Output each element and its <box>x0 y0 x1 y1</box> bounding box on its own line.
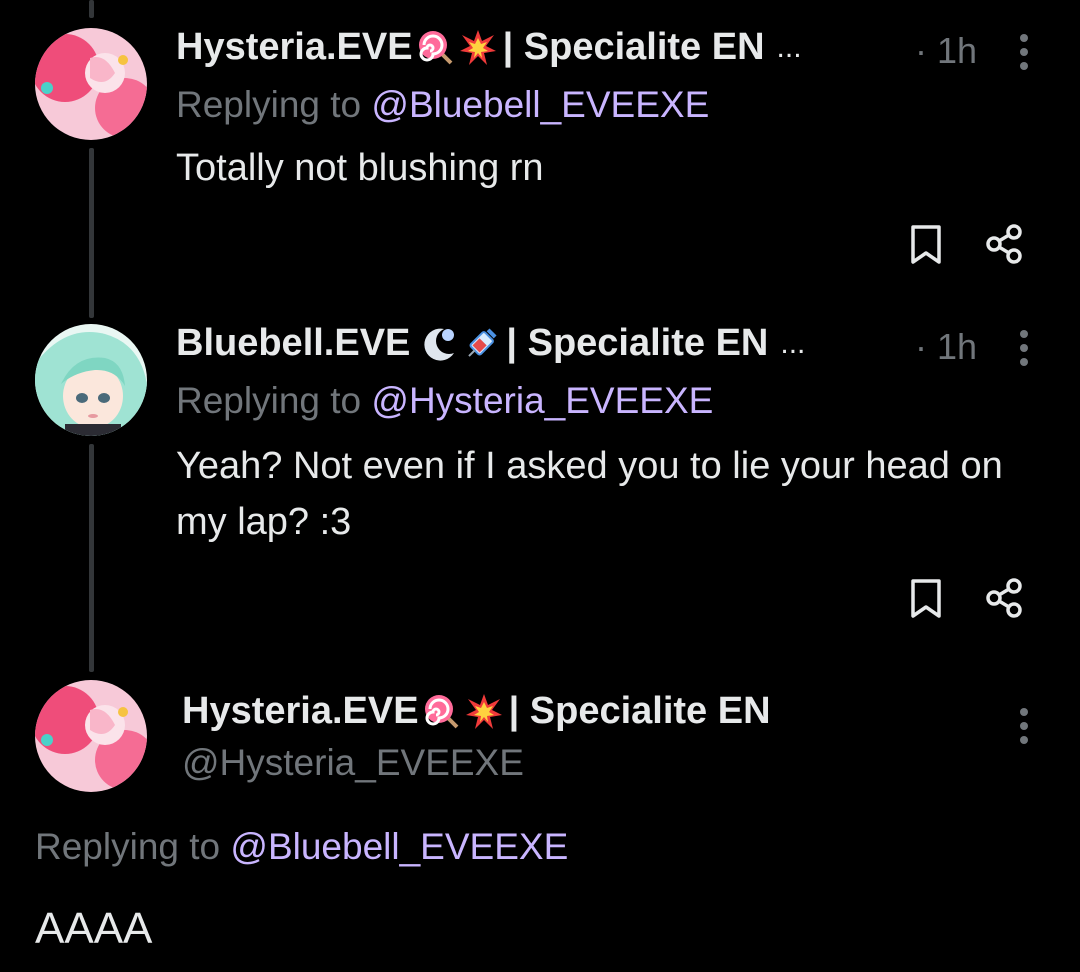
more-options-icon[interactable] <box>1018 330 1030 372</box>
tweet-text: Totally not blushing rn <box>176 147 544 189</box>
replying-handle-link[interactable]: @Bluebell_EVEEXE <box>371 84 709 125</box>
tweet-hysteria[interactable]: Hysteria.EVE | Specialite EN ... · 1h Re… <box>0 0 1080 300</box>
timestamp[interactable]: · 1h <box>915 326 977 368</box>
replying-to: Replying to @Bluebell_EVEEXE <box>176 84 709 126</box>
display-name[interactable]: Bluebell.EVE <box>176 322 410 365</box>
collision-emoji <box>465 693 503 731</box>
name-truncation: ... <box>780 326 806 360</box>
share-icon[interactable] <box>983 222 1027 266</box>
lollipop-emoji <box>417 29 455 67</box>
replying-prefix: Replying to <box>35 826 231 867</box>
replying-handle-link[interactable]: @Bluebell_EVEEXE <box>230 826 568 867</box>
org-label: | Specialite EN <box>506 322 769 364</box>
display-name[interactable]: Hysteria.EVE <box>176 26 413 69</box>
focused-tweet: Hysteria.EVE | Specialite EN @Hysteria_E… <box>0 670 1080 972</box>
lollipop-emoji <box>423 693 461 731</box>
avatar[interactable] <box>35 324 147 436</box>
syringe-emoji <box>462 325 500 363</box>
avatar[interactable] <box>35 28 147 140</box>
tweet-text: Yeah? Not even if I asked you to lie you… <box>176 445 1003 543</box>
display-name[interactable]: Hysteria.EVE <box>182 690 419 733</box>
org-label: | Specialite EN <box>508 690 771 732</box>
share-icon[interactable] <box>983 576 1027 620</box>
tweet-bluebell[interactable]: Bluebell.EVE | Specialite EN ... · 1h Re… <box>0 320 1080 650</box>
moon-emoji <box>420 325 458 363</box>
avatar[interactable] <box>35 680 147 792</box>
bookmark-icon[interactable] <box>904 576 948 620</box>
name-truncation: ... <box>776 30 802 64</box>
replying-prefix: Replying to <box>176 84 372 125</box>
tweet-text: AAAA <box>35 904 153 953</box>
replying-to: Replying to @Hysteria_EVEEXE <box>176 380 713 422</box>
collision-emoji <box>459 29 497 67</box>
replying-handle-link[interactable]: @Hysteria_EVEEXE <box>371 380 713 421</box>
bookmark-icon[interactable] <box>904 222 948 266</box>
org-label: | Specialite EN <box>502 26 765 68</box>
more-options-icon[interactable] <box>1018 708 1030 750</box>
timestamp[interactable]: · 1h <box>915 30 977 72</box>
user-handle[interactable]: @Hysteria_EVEEXE <box>182 742 524 784</box>
replying-to: Replying to @Bluebell_EVEEXE <box>35 826 568 868</box>
replying-prefix: Replying to <box>176 380 372 421</box>
more-options-icon[interactable] <box>1018 34 1030 76</box>
